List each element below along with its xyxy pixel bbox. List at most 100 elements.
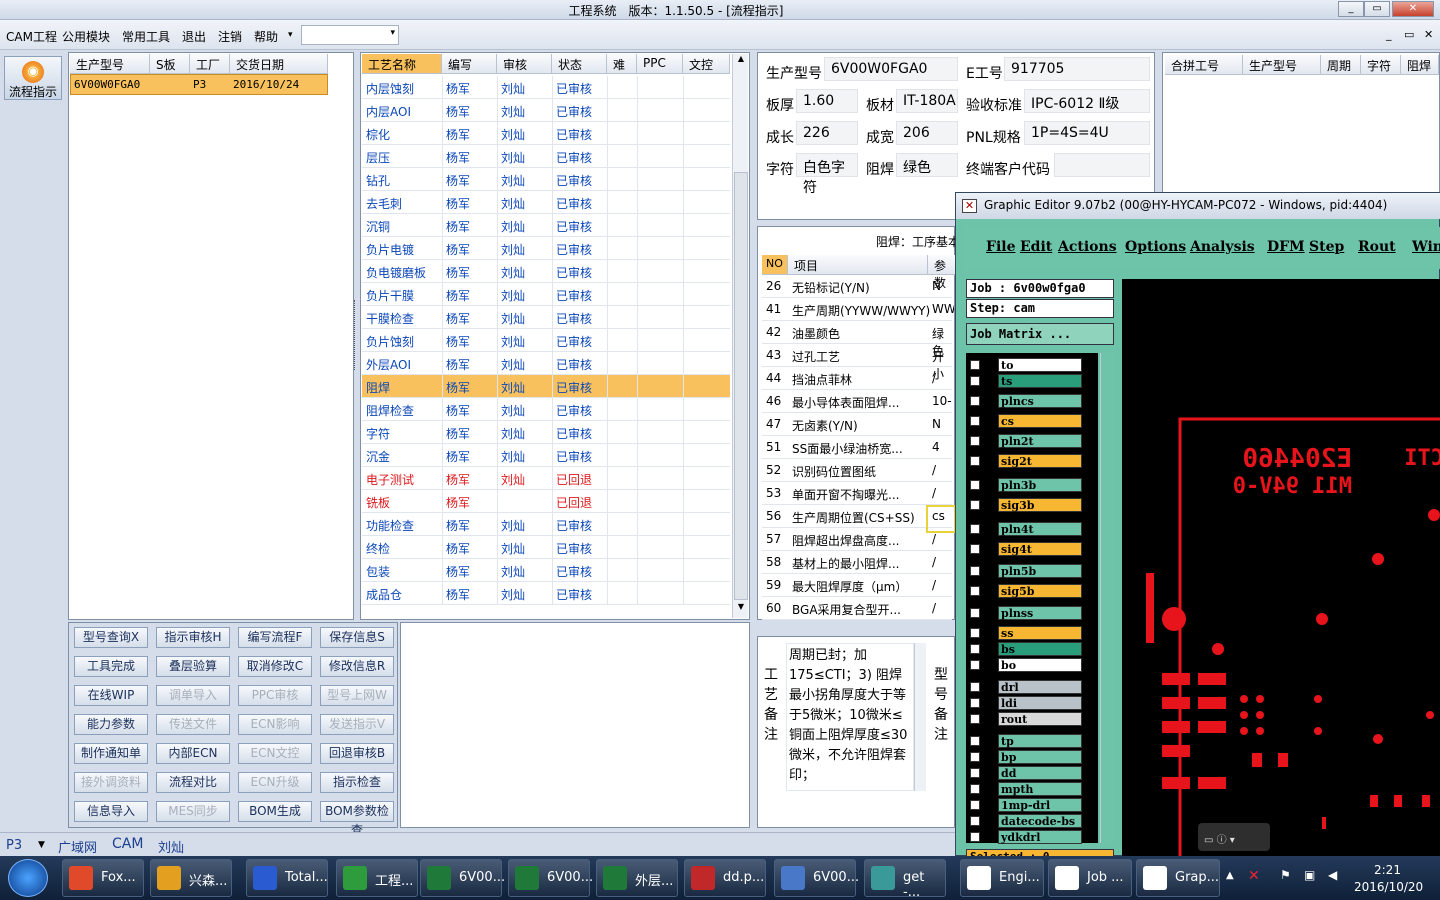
layer-row[interactable]: bs	[966, 641, 1096, 657]
process-scrollbar[interactable]: ▲ ▼	[732, 54, 748, 618]
process-row[interactable]: 成品仓 杨军 刘灿 已审核	[362, 582, 730, 605]
layer-row[interactable]: sig4t	[966, 541, 1096, 557]
order-row[interactable]: 6V00W0FGA0 P3 2016/10/24	[70, 74, 328, 95]
process-row[interactable]: 去毛刺 杨军 刘灿 已审核	[362, 191, 730, 214]
process-row[interactable]: 外层AOI 杨军 刘灿 已审核	[362, 352, 730, 375]
action-button[interactable]: 回退审核B	[320, 743, 394, 764]
layer-row[interactable]: ts	[966, 373, 1096, 389]
action-button[interactable]: ECN升级	[238, 772, 312, 793]
action-button[interactable]: 制作通知单	[74, 743, 148, 764]
field-length[interactable]: 226	[796, 121, 858, 145]
layer-name[interactable]: drl	[998, 680, 1082, 694]
layer-row[interactable]: tp	[966, 733, 1096, 749]
field-model[interactable]: 6V00W0FGA0	[824, 57, 958, 81]
layer-checkbox[interactable]	[970, 396, 980, 406]
layer-checkbox[interactable]	[970, 714, 980, 724]
field-mask[interactable]: 绿色	[896, 153, 958, 177]
layer-name[interactable]: ydkdrl	[998, 830, 1082, 844]
help-icon[interactable]: ▭ ⓘ ▾	[1204, 831, 1264, 846]
tray-flag-icon[interactable]: ⚑	[1280, 868, 1291, 882]
layer-name[interactable]: 1mp-drl	[998, 798, 1082, 812]
layer-row[interactable]: dd	[966, 765, 1096, 781]
job-matrix-button[interactable]: Job Matrix ...	[966, 323, 1114, 345]
param-row[interactable]: 52 识别码位置图纸 /	[762, 459, 952, 482]
ge-menu-rout[interactable]: Rout	[1358, 239, 1396, 255]
layer-row[interactable]: sig3b	[966, 497, 1096, 513]
layer-name[interactable]: cs	[998, 414, 1082, 428]
action-button[interactable]: PPC审核	[238, 685, 312, 706]
layer-name[interactable]: plncs	[998, 394, 1082, 408]
layer-row[interactable]: datecode-bs	[966, 813, 1096, 829]
layer-row[interactable]: plncs	[966, 393, 1096, 409]
layer-checkbox[interactable]	[970, 524, 980, 534]
action-button[interactable]: 取消修改C	[238, 656, 312, 677]
action-button[interactable]: ECN影响	[238, 714, 312, 735]
layer-name[interactable]: sig3b	[998, 498, 1082, 512]
process-row[interactable]: 阻焊检查 杨军 刘灿 已审核	[362, 398, 730, 421]
action-button[interactable]: ECN文控	[238, 743, 312, 764]
process-row[interactable]: 阻焊 杨军 刘灿 已审核	[362, 375, 730, 398]
process-row[interactable]: 沉铜 杨军 刘灿 已审核	[362, 214, 730, 237]
order-header-s[interactable]: S板	[150, 54, 190, 74]
param-row[interactable]: 57 阻焊超出焊盘高度... /	[762, 528, 952, 551]
combine-header-job[interactable]: 合拼工号	[1165, 55, 1243, 75]
tray-network-icon[interactable]: ▣	[1304, 868, 1315, 882]
param-row[interactable]: 60 BGA采用复合型开... /	[762, 597, 952, 620]
layer-name[interactable]: dd	[998, 766, 1082, 780]
layer-name[interactable]: bp	[998, 750, 1082, 764]
process-header-difficulty[interactable]: 难	[607, 54, 637, 74]
process-row[interactable]: 沉金 杨军 刘灿 已审核	[362, 444, 730, 467]
menu-logout[interactable]: 注销	[218, 28, 242, 45]
process-header-name[interactable]: 工艺名称	[362, 54, 442, 74]
layer-checkbox[interactable]	[970, 752, 980, 762]
field-material[interactable]: IT-180A	[896, 89, 958, 113]
layer-name[interactable]: pln3b	[998, 478, 1082, 492]
action-button[interactable]: 调单导入	[156, 685, 230, 706]
process-row[interactable]: 终检 杨军 刘灿 已审核	[362, 536, 730, 559]
layer-row[interactable]: rout	[966, 711, 1096, 727]
menu-combo[interactable]: ▾	[301, 25, 399, 45]
action-button[interactable]: 修改信息R	[320, 656, 394, 677]
process-row[interactable]: 钻孔 杨军 刘灿 已审核	[362, 168, 730, 191]
param-row[interactable]: 42 油墨颜色 绿色	[762, 321, 952, 358]
mdi-close-button[interactable]: ✕	[1424, 28, 1433, 41]
action-button[interactable]: 在线WIP	[74, 685, 148, 706]
layer-row[interactable]: pln2t	[966, 433, 1096, 449]
layer-name[interactable]: mpth	[998, 782, 1082, 796]
layer-checkbox[interactable]	[970, 456, 980, 466]
layer-row[interactable]: 1mp-drl	[966, 797, 1096, 813]
field-standard[interactable]: IPC-6012 Ⅱ级	[1024, 89, 1150, 113]
param-row[interactable]: 46 最小导体表面阻焊... 10-	[762, 390, 952, 413]
layer-row[interactable]: cs	[966, 413, 1096, 429]
order-header-model[interactable]: 生产型号	[70, 54, 150, 74]
remark-scrollbar[interactable]	[914, 643, 926, 791]
clock-date[interactable]: 2016/10/20	[1354, 880, 1423, 894]
layer-row[interactable]: ydkdrl	[966, 829, 1096, 845]
process-row[interactable]: 电子测试 杨军 刘灿 已回退	[362, 467, 730, 490]
process-row[interactable]: 负片电镀 杨军 刘灿 已审核	[362, 237, 730, 260]
field-customer[interactable]	[1054, 153, 1150, 177]
taskbar-item[interactable]: Fox...	[62, 859, 144, 897]
ge-menu-actions[interactable]: Actions	[1058, 239, 1117, 255]
param-row[interactable]: 59 最大阻焊厚度（μm） /	[762, 574, 952, 597]
action-button[interactable]: 传送文件	[156, 714, 230, 735]
chevron-down-icon[interactable]: ▾	[288, 30, 293, 40]
clock-time[interactable]: 2:21	[1374, 863, 1401, 877]
order-header-date[interactable]: 交货日期	[230, 54, 328, 74]
taskbar-item[interactable]: dd.p...	[684, 859, 766, 897]
layer-name[interactable]: ts	[998, 374, 1082, 388]
param-row[interactable]: 51 SS面最小绿油桥宽... 4	[762, 436, 952, 459]
layer-name[interactable]: ss	[998, 626, 1082, 640]
layer-name[interactable]: datecode-bs	[998, 814, 1082, 828]
layer-name[interactable]: sig2t	[998, 454, 1082, 468]
taskbar-item[interactable]: 外层...	[596, 859, 678, 897]
taskbar-item[interactable]: 6V00...	[420, 859, 505, 897]
layer-name[interactable]: tp	[998, 734, 1082, 748]
param-row[interactable]: 41 生产周期(YYWW/WWYY)WWYY	[762, 298, 954, 321]
layer-checkbox[interactable]	[970, 608, 980, 618]
layer-checkbox[interactable]	[970, 736, 980, 746]
ge-menu-edit[interactable]: Edit	[1020, 239, 1052, 255]
taskbar-item[interactable]: 6V00...	[774, 859, 859, 897]
ge-menu-step[interactable]: Step	[1309, 239, 1344, 255]
process-header-writer[interactable]: 编写	[442, 54, 497, 74]
